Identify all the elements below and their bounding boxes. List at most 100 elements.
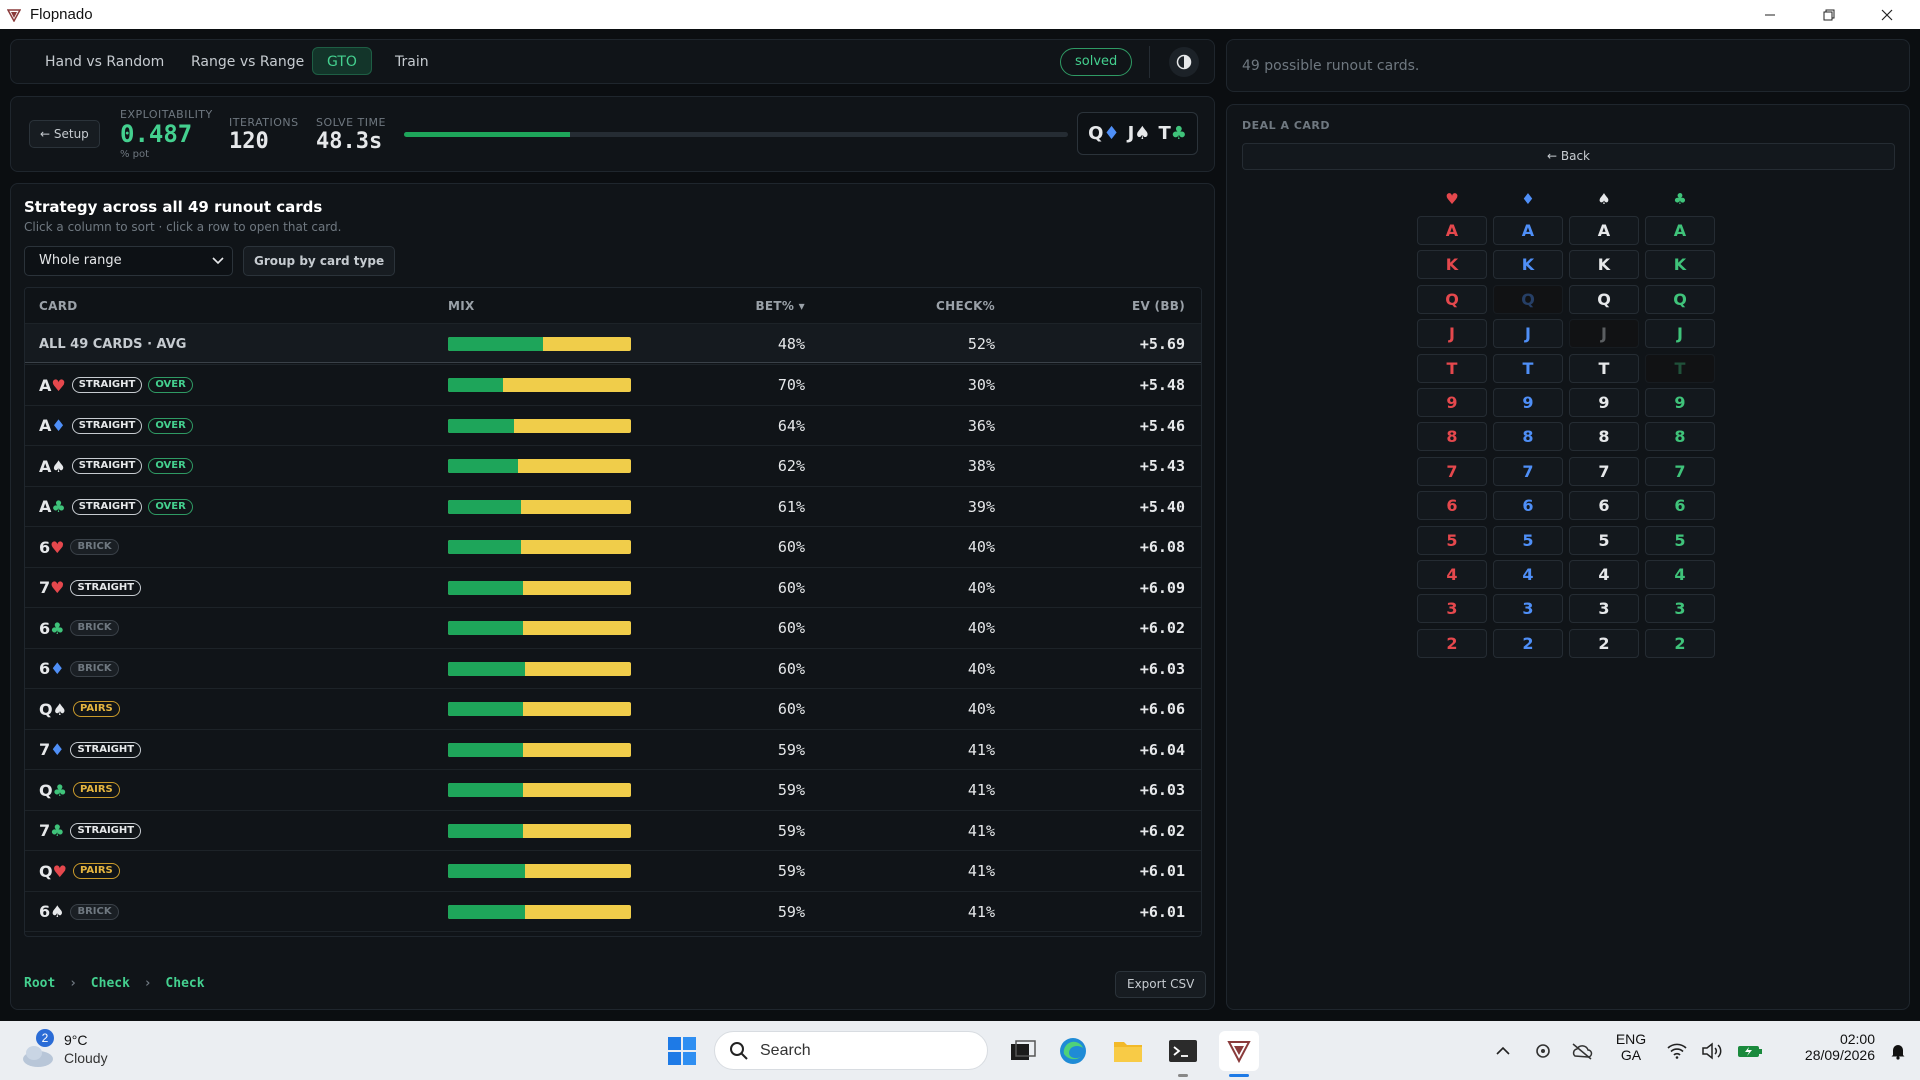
deal-card-cell[interactable]: 4: [1645, 560, 1715, 589]
range-select[interactable]: Whole range: [24, 246, 233, 276]
deal-card-cell[interactable]: 3: [1645, 594, 1715, 624]
deal-card-cell[interactable]: 6: [1645, 491, 1715, 521]
battery-button[interactable]: [1730, 1031, 1770, 1071]
minimize-button[interactable]: [1741, 0, 1799, 29]
deal-card-cell[interactable]: J: [1417, 319, 1487, 349]
deal-card-cell[interactable]: A: [1493, 216, 1563, 245]
deal-card-cell[interactable]: Q: [1417, 284, 1487, 314]
col-check[interactable]: CHECK%: [875, 299, 995, 313]
volume-button[interactable]: [1692, 1031, 1732, 1071]
deal-card-cell[interactable]: 7: [1569, 456, 1639, 486]
flopnado-taskbar-button[interactable]: [1219, 1031, 1259, 1071]
table-row[interactable]: Q ♥ PAIRS 59% 41% +6.01: [25, 850, 1201, 890]
tray-app-icon[interactable]: [1523, 1031, 1563, 1071]
deal-card-cell[interactable]: J: [1645, 319, 1715, 349]
deal-card-cell[interactable]: T: [1493, 353, 1563, 383]
deal-card-cell[interactable]: 8: [1417, 422, 1487, 452]
setup-button[interactable]: ← Setup: [29, 120, 100, 148]
weather-widget[interactable]: 2 9°C Cloudy: [20, 1029, 120, 1073]
deal-card-cell[interactable]: 4: [1493, 560, 1563, 589]
table-row[interactable]: A ♠ STRAIGHT OVER 62% 38% +5.43: [25, 445, 1201, 485]
close-button[interactable]: [1858, 0, 1916, 29]
deal-card-cell[interactable]: 9: [1645, 388, 1715, 417]
deal-card-cell[interactable]: 5: [1417, 525, 1487, 555]
table-row[interactable]: Q ♠ PAIRS 60% 40% +6.06: [25, 688, 1201, 728]
tab-gto[interactable]: GTO: [312, 47, 372, 75]
table-row[interactable]: 7♠STRAIGHT 58% 42% +6.02: [25, 931, 1201, 936]
table-row[interactable]: 7 ♦ STRAIGHT 59% 41% +6.04: [25, 728, 1201, 769]
table-row[interactable]: 7 ♣ STRAIGHT 59% 41% +6.02: [25, 809, 1201, 850]
deal-card-cell[interactable]: A: [1417, 216, 1487, 245]
export-csv-button[interactable]: Export CSV: [1115, 971, 1207, 998]
deal-card-cell[interactable]: K: [1417, 250, 1487, 280]
deal-card-cell[interactable]: 9: [1493, 388, 1563, 417]
tray-expand-button[interactable]: [1483, 1031, 1523, 1071]
col-card[interactable]: CARD: [39, 299, 78, 313]
deal-card-cell[interactable]: 7: [1645, 456, 1715, 486]
deal-card-cell[interactable]: 2: [1645, 628, 1715, 658]
deal-card-cell[interactable]: 2: [1417, 628, 1487, 658]
deal-card-cell[interactable]: Q: [1569, 284, 1639, 314]
language-indicator[interactable]: ENG GA: [1613, 1031, 1649, 1063]
deal-card-cell[interactable]: 6: [1493, 491, 1563, 521]
deal-card-cell[interactable]: K: [1645, 250, 1715, 280]
deal-card-cell[interactable]: 5: [1569, 525, 1639, 555]
tab-hand-vs-random[interactable]: Hand vs Random: [31, 48, 178, 76]
col-mix[interactable]: MIX: [448, 299, 475, 313]
deal-card-cell[interactable]: 8: [1493, 422, 1563, 452]
edge-button[interactable]: [1053, 1031, 1093, 1071]
deal-card-cell[interactable]: Q: [1645, 284, 1715, 314]
deal-card-cell[interactable]: T: [1569, 353, 1639, 383]
breadcrumb-check-2[interactable]: Check: [165, 976, 204, 991]
deal-card-cell[interactable]: 7: [1417, 456, 1487, 486]
file-explorer-button[interactable]: [1108, 1031, 1148, 1071]
taskbar-search[interactable]: Search: [714, 1031, 988, 1070]
task-view-button[interactable]: [1003, 1031, 1043, 1071]
theme-toggle-button[interactable]: [1169, 47, 1199, 77]
col-bet[interactable]: BET% ▾: [685, 299, 805, 313]
table-row[interactable]: A ♦ STRAIGHT OVER 64% 36% +5.46: [25, 404, 1201, 445]
deal-card-cell[interactable]: 9: [1417, 388, 1487, 417]
breadcrumb-root[interactable]: Root: [24, 976, 55, 991]
deal-card-cell[interactable]: 5: [1493, 525, 1563, 555]
deal-card-cell[interactable]: 3: [1493, 594, 1563, 624]
deal-card-cell[interactable]: K: [1569, 250, 1639, 280]
table-row[interactable]: 6 ♦ BRICK 60% 40% +6.03: [25, 647, 1201, 688]
col-ev[interactable]: EV (BB): [1065, 299, 1185, 313]
deal-card-cell[interactable]: 5: [1645, 525, 1715, 555]
deal-card-cell[interactable]: 3: [1569, 594, 1639, 624]
deal-card-cell[interactable]: 7: [1493, 456, 1563, 486]
deal-card-cell[interactable]: 8: [1569, 422, 1639, 452]
notifications-button[interactable]: [1878, 1031, 1918, 1071]
deal-card-cell[interactable]: 8: [1645, 422, 1715, 452]
deal-card-cell[interactable]: 9: [1569, 388, 1639, 417]
table-row[interactable]: 6 ♥ BRICK 60% 40% +6.08: [25, 526, 1201, 566]
deal-card-cell[interactable]: A: [1645, 216, 1715, 245]
deal-card-cell[interactable]: J: [1493, 319, 1563, 349]
table-row[interactable]: 6 ♣ BRICK 60% 40% +6.02: [25, 607, 1201, 647]
clock[interactable]: 02:00 28/09/2026: [1775, 1031, 1875, 1063]
start-button[interactable]: [662, 1031, 702, 1071]
tab-train[interactable]: Train: [381, 48, 443, 76]
deal-card-cell[interactable]: 6: [1569, 491, 1639, 521]
deal-card-cell[interactable]: K: [1493, 250, 1563, 280]
deal-card-cell[interactable]: 3: [1417, 594, 1487, 624]
deal-card-cell[interactable]: A: [1569, 216, 1639, 245]
terminal-button[interactable]: [1163, 1031, 1203, 1071]
deal-card-cell[interactable]: T: [1417, 353, 1487, 383]
table-row[interactable]: 6 ♠ BRICK 59% 41% +6.01: [25, 890, 1201, 931]
group-by-type-button[interactable]: Group by card type: [243, 246, 396, 276]
breadcrumb-check-1[interactable]: Check: [91, 976, 130, 991]
table-row[interactable]: A ♥ STRAIGHT OVER 70% 30% +5.48: [25, 364, 1201, 404]
table-row[interactable]: Q ♣ PAIRS 59% 41% +6.03: [25, 769, 1201, 809]
table-row[interactable]: A ♣ STRAIGHT OVER 61% 39% +5.40: [25, 485, 1201, 526]
tab-range-vs-range[interactable]: Range vs Range: [177, 48, 318, 76]
deal-card-cell[interactable]: 2: [1493, 628, 1563, 658]
deal-card-cell[interactable]: 2: [1569, 628, 1639, 658]
restore-button[interactable]: [1800, 0, 1858, 29]
onedrive-button[interactable]: [1562, 1031, 1602, 1071]
deal-card-cell[interactable]: 6: [1417, 491, 1487, 521]
deal-card-cell[interactable]: 4: [1569, 560, 1639, 589]
table-row[interactable]: 7 ♥ STRAIGHT 60% 40% +6.09: [25, 566, 1201, 607]
wifi-button[interactable]: [1657, 1031, 1697, 1071]
